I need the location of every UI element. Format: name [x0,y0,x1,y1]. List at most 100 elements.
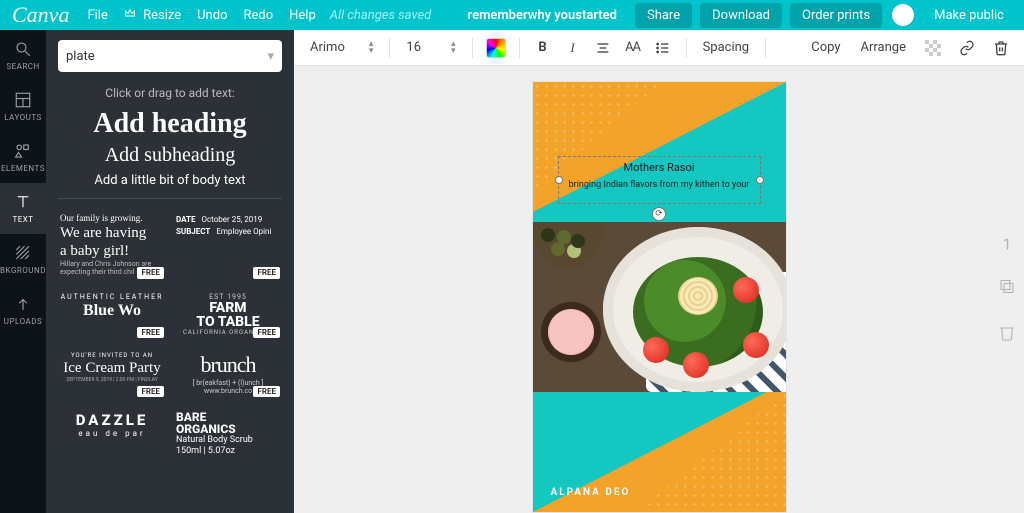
align-button[interactable] [590,35,616,61]
menu-redo[interactable]: Redo [235,8,281,23]
resize-handle-right[interactable] [756,176,764,184]
upload-icon [14,295,32,313]
elements-icon [14,142,32,160]
background-icon [14,244,32,262]
panel-search-value: plate [66,49,95,64]
add-subheading-button[interactable]: Add subheading [58,144,282,167]
document-name[interactable]: rememberwhy youstarted [458,8,627,23]
rail-uploads[interactable]: UPLOADS [0,285,46,336]
delete-button[interactable] [988,35,1014,61]
copy-button[interactable]: Copy [805,40,846,55]
rail-background[interactable]: BKGROUND [0,234,46,285]
rail-search-label: SEARCH [6,62,39,71]
template-brunch[interactable]: brunch [ br(eakfast) + (l)unch ] www.bru… [174,348,282,399]
spacing-button[interactable]: Spacing [697,40,756,55]
menu-undo[interactable]: Undo [189,8,235,23]
menu-file[interactable]: File [79,8,115,23]
transparency-icon [925,40,941,56]
salt-bowl [541,302,601,362]
arrange-button[interactable]: Arrange [855,40,912,55]
pasta [678,277,718,315]
fontsize-select[interactable]: 16 ▴▾ [400,40,461,55]
font-select[interactable]: Arimo ▴▾ [304,40,379,55]
duplicate-page-button[interactable] [998,277,1016,299]
case-button[interactable]: AA [620,35,646,61]
template-grid: Our family is growing. We are having a b… [58,209,282,461]
template-farm[interactable]: EST 1995 FARM TO TABLE CALIFORNIA ORGANI… [174,289,282,341]
stage-wrap[interactable]: Mothers Rasoi bringing Indian flavors fr… [294,66,1024,513]
color-swatch-icon [486,38,506,58]
free-badge: FREE [137,267,164,279]
download-button[interactable]: Download [700,3,782,28]
link-icon [959,40,975,56]
free-badge: FREE [253,267,280,279]
rail-layouts[interactable]: LAYOUTS [0,81,46,132]
tomato [683,352,709,378]
save-status: All changes saved [330,8,431,23]
free-badge: FREE [253,386,280,398]
rail-background-label: BKGROUND [0,266,46,275]
trash-icon [998,323,1016,341]
chevron-down-icon: ▾ [267,49,274,64]
resize-handle-left[interactable] [555,176,563,184]
template-dazzle[interactable]: DAZZLE eau de par [58,407,166,461]
text-color-button[interactable] [483,35,509,61]
rail-search[interactable]: SEARCH [0,30,46,81]
free-badge: FREE [253,327,280,339]
make-public-button[interactable]: Make public [922,3,1016,28]
list-icon [655,40,671,56]
tomato [743,332,769,358]
text-icon [14,193,32,211]
template-icecream[interactable]: YOU'RE INVITED TO AN Ice Cream Party SEP… [58,348,166,399]
font-name: Arimo [310,40,345,55]
menu-resize[interactable]: Resize [116,7,189,23]
bold-button[interactable]: B [530,35,556,61]
menu-help[interactable]: Help [281,8,324,23]
panel-search[interactable]: plate ▾ [58,40,282,72]
panel-hint: Click or drag to add text: [58,86,282,100]
page-number: 1 [1003,234,1012,253]
rail-layouts-label: LAYOUTS [4,113,42,122]
rail-text[interactable]: TEXT [0,183,46,234]
free-badge: FREE [137,327,164,339]
rail-text-label: TEXT [12,215,33,224]
template-memo[interactable]: DATEOctober 25, 2019 SUBJECTEmployee Opi… [174,209,282,281]
selected-text-box[interactable]: Mothers Rasoi bringing Indian flavors fr… [558,156,761,204]
rail-elements[interactable]: ELEMENTS [0,132,46,183]
layouts-icon [14,91,32,109]
transparency-button[interactable] [920,35,946,61]
add-body-button[interactable]: Add a little bit of body text [58,173,282,188]
tomato [733,277,759,303]
free-badge: FREE [137,386,164,398]
rail-elements-label: ELEMENTS [1,164,45,173]
crown-icon [124,7,136,19]
updown-icon: ▴▾ [451,41,456,55]
top-bar: Canva File Resize Undo Redo Help All cha… [0,0,1024,30]
food-image[interactable] [533,222,786,392]
canvas-footer-text[interactable]: ALPANA DEO [551,487,631,498]
list-button[interactable] [650,35,676,61]
delete-page-button[interactable] [998,323,1016,345]
canvas-area: Arimo ▴▾ 16 ▴▾ B I AA Spacing [294,30,1024,513]
rotate-handle[interactable]: ⟳ [652,207,666,221]
canvas-title-text[interactable]: Mothers Rasoi [559,161,760,174]
template-leather[interactable]: AUTHENTIC LEATHER Blue Wo FREE [58,289,166,341]
side-panel: plate ▾ Click or drag to add text: Add h… [46,30,294,513]
canvas-subtitle-text[interactable]: bringing Indian flavors from my kithen t… [559,180,760,190]
template-baby[interactable]: Our family is growing. We are having a b… [58,209,166,281]
olive-bowl [533,222,603,268]
template-bare[interactable]: BARE ORGANICS Natural Body Scrub 150ml |… [174,407,282,461]
link-button[interactable] [954,35,980,61]
italic-button[interactable]: I [560,35,586,61]
page-tools: 1 [998,234,1016,345]
order-prints-button[interactable]: Order prints [790,3,882,28]
share-button[interactable]: Share [635,3,692,28]
tomato [643,337,669,363]
add-heading-button[interactable]: Add heading [58,108,282,140]
text-toolbar: Arimo ▴▾ 16 ▴▾ B I AA Spacing [294,30,1024,66]
avatar[interactable] [892,4,914,26]
trash-icon [993,40,1009,56]
design-canvas[interactable]: Mothers Rasoi bringing Indian flavors fr… [533,82,786,512]
search-icon [14,40,32,58]
logo[interactable]: Canva [8,2,79,28]
